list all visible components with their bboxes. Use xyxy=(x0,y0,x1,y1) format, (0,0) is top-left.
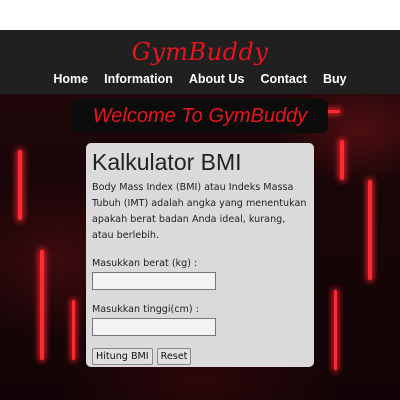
neon-light xyxy=(72,300,75,360)
neon-light xyxy=(18,150,22,220)
height-label: Masukkan tinggi(cm) : xyxy=(92,304,199,315)
reset-button[interactable]: Reset xyxy=(156,348,192,365)
button-row: Hitung BMI Reset xyxy=(92,348,308,365)
nav-about-us[interactable]: About Us xyxy=(181,72,253,86)
card-description: Body Mass Index (BMI) atau Indeks Massa … xyxy=(92,182,307,241)
height-input[interactable] xyxy=(92,318,216,336)
neon-light xyxy=(334,290,337,370)
main-nav: Home Information About Us Contact Buy xyxy=(0,72,400,86)
card-title: Kalkulator BMI xyxy=(92,149,242,175)
site-header: GymBuddy Home Information About Us Conta… xyxy=(0,30,400,94)
calculate-bmi-button[interactable]: Hitung BMI xyxy=(92,348,153,365)
nav-buy[interactable]: Buy xyxy=(315,72,355,86)
weight-label: Masukkan berat (kg) : xyxy=(92,258,198,269)
weight-input[interactable] xyxy=(92,272,216,290)
neon-light xyxy=(368,180,372,280)
brand-logo[interactable]: GymBuddy xyxy=(0,38,400,66)
nav-home[interactable]: Home xyxy=(45,72,96,86)
welcome-banner: Welcome To GymBuddy xyxy=(72,99,328,133)
neon-light xyxy=(340,140,344,180)
neon-light xyxy=(40,250,44,360)
nav-contact[interactable]: Contact xyxy=(252,72,315,86)
top-strip xyxy=(0,0,400,30)
bmi-calculator-card: Kalkulator BMI Body Mass Index (BMI) ata… xyxy=(86,143,314,367)
nav-information[interactable]: Information xyxy=(96,72,181,86)
